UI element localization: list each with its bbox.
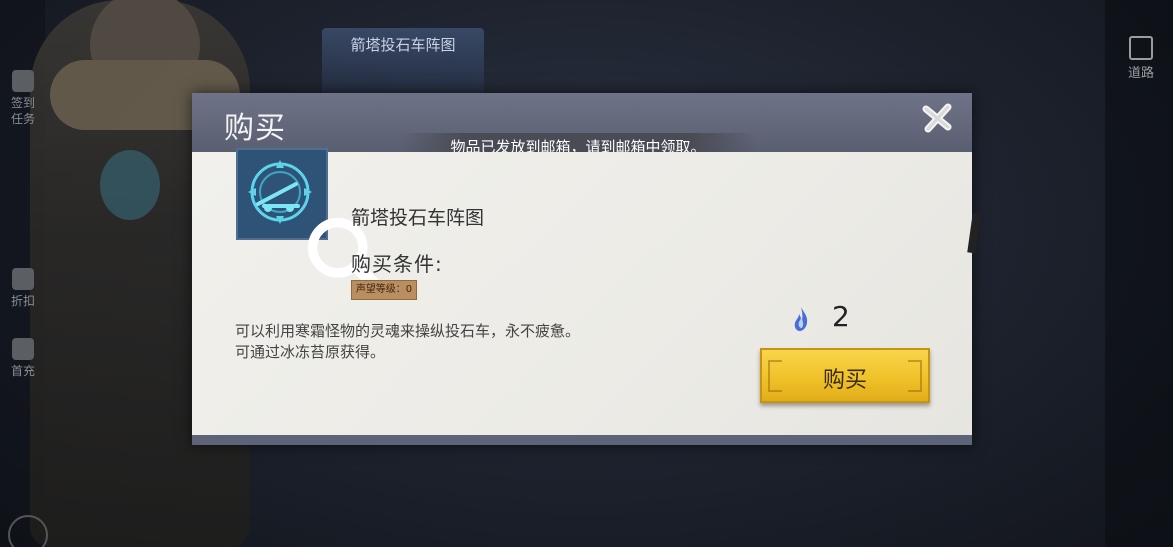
item-icon-frame[interactable]	[236, 148, 385, 295]
menu-first-charge-label: 首充	[10, 364, 35, 378]
buy-button[interactable]: 购买	[760, 348, 930, 403]
checkin-icon	[12, 70, 34, 92]
item-description: 可以利用寒霜怪物的灵魂来操纵投石车，永不疲惫。 可通过冰冻苔原获得。	[235, 321, 580, 363]
right-sidebar	[1105, 0, 1173, 547]
menu-discount[interactable]: 折扣	[4, 268, 42, 309]
price-icon-wrap	[790, 305, 812, 333]
discount-icon	[12, 268, 34, 290]
play-button[interactable]	[8, 515, 48, 547]
first-charge-icon	[12, 338, 34, 360]
road-button-label: 道路	[1127, 66, 1154, 81]
road-button[interactable]: 道路	[1113, 36, 1169, 81]
buy-button-label: 购买	[822, 368, 867, 393]
description-line-2: 可通过冰冻苔原获得。	[235, 343, 386, 361]
price-value: 2	[832, 300, 850, 333]
condition-label: 购买条件:	[351, 252, 443, 276]
zoom-button[interactable]	[300, 210, 385, 295]
menu-discount-label: 折扣	[10, 294, 35, 308]
menu-checkin-label: 签到 任务	[10, 96, 35, 126]
blue-flame-soul-icon	[794, 307, 808, 331]
condition-badge: 声望等级：0	[351, 280, 417, 300]
close-button[interactable]	[918, 99, 958, 139]
purchase-dialog: 购买 物品已发放到邮箱，请到邮箱中领取。 箭塔投石车阵图 购买条件: 声望等级：…	[192, 93, 981, 445]
road-icon	[1129, 36, 1153, 60]
dialog-footer-bar	[192, 435, 972, 445]
dialog-title: 购买	[224, 111, 286, 146]
item-name: 箭塔投石车阵图	[351, 207, 485, 229]
close-icon	[922, 103, 952, 133]
background-tab-label: 箭塔投石车阵图	[350, 36, 456, 54]
character-flask	[100, 150, 160, 220]
menu-first-charge[interactable]: 首充	[4, 338, 42, 379]
menu-checkin[interactable]: 签到 任务	[4, 70, 42, 127]
background-tab[interactable]: 箭塔投石车阵图	[322, 28, 484, 98]
description-line-1: 可以利用寒霜怪物的灵魂来操纵投石车，永不疲惫。	[235, 322, 581, 340]
